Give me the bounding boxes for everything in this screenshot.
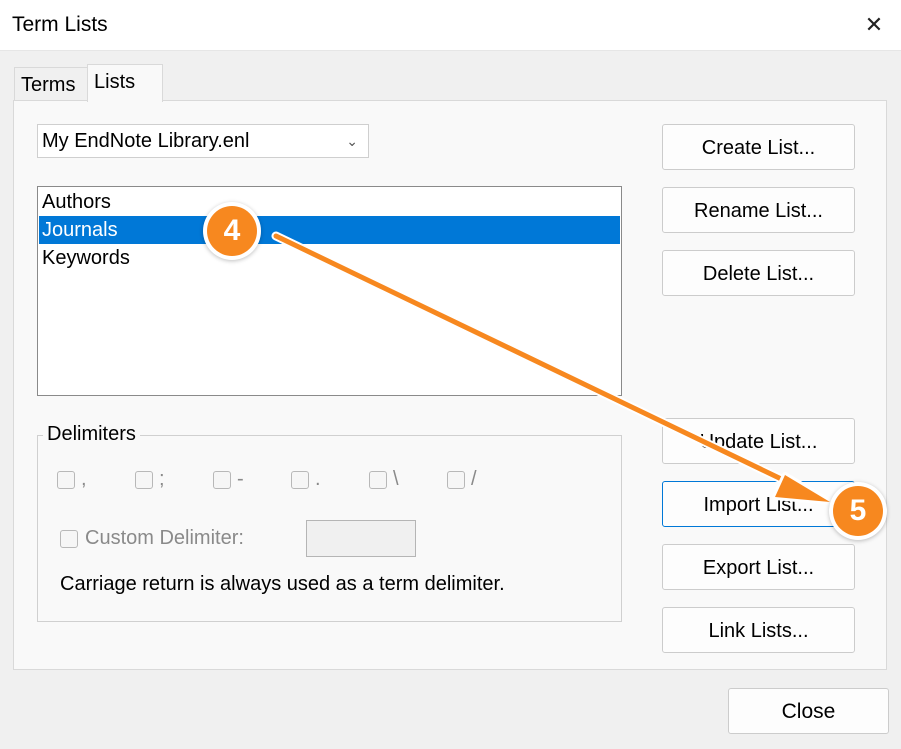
delete-list-button[interactable]: Delete List... [662,250,855,296]
delimiter-slash-label: / [471,468,477,490]
list-item-keywords[interactable]: Keywords [39,244,620,272]
delimiter-dash-label: - [237,468,244,490]
import-list-button[interactable]: Import List... [662,481,855,527]
delimiter-slash-checkbox[interactable] [447,471,465,489]
update-list-button[interactable]: Update List... [662,418,855,464]
delimiter-backslash-checkbox[interactable] [369,471,387,489]
close-icon[interactable]: ✕ [857,8,891,42]
link-lists-button[interactable]: Link Lists... [662,607,855,653]
term-lists-listbox[interactable]: Authors Journals Keywords [37,186,622,396]
library-select[interactable]: My EndNote Library.enl ⌄ [37,124,369,158]
delimiter-period-checkbox[interactable] [291,471,309,489]
delimiters-legend: Delimiters [43,423,140,446]
list-item-authors[interactable]: Authors [39,188,620,216]
rename-list-button[interactable]: Rename List... [662,187,855,233]
delimiter-dash-checkbox[interactable] [213,471,231,489]
step-5-label: 5 [849,494,867,527]
create-list-button[interactable]: Create List... [662,124,855,170]
window-title: Term Lists [12,13,108,36]
custom-delimiter-label: Custom Delimiter: [85,527,244,549]
delimiter-comma-checkbox[interactable] [57,471,75,489]
title-bar: Term Lists ✕ [0,0,901,51]
delimiter-note: Carriage return is always used as a term… [60,573,505,595]
chevron-down-icon: ⌄ [346,133,358,149]
step-4-marker: 4 [207,206,257,256]
list-item-journals[interactable]: Journals [39,216,620,244]
tab-terms[interactable]: Terms [14,67,88,101]
custom-delimiter-checkbox[interactable] [60,530,78,548]
custom-delimiter-input[interactable] [306,520,416,557]
delimiter-backslash-label: \ [393,468,399,490]
step-5-marker: 5 [833,486,883,536]
export-list-button[interactable]: Export List... [662,544,855,590]
delimiter-period-label: . [315,468,321,490]
tab-lists[interactable]: Lists [87,64,163,102]
delimiter-comma-label: , [81,468,87,490]
delimiter-semicolon-checkbox[interactable] [135,471,153,489]
library-select-value: My EndNote Library.enl [42,130,250,152]
delimiter-semicolon-label: ; [159,468,165,490]
close-button[interactable]: Close [728,688,889,734]
step-4-label: 4 [223,214,241,247]
